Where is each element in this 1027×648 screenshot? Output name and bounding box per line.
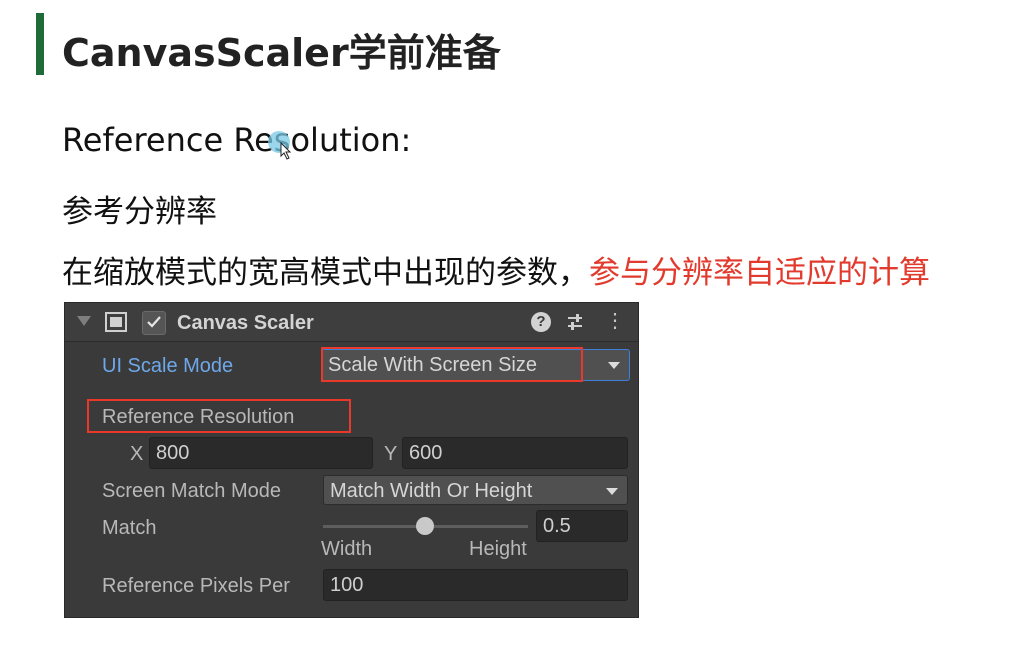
- fold-arrow-icon[interactable]: [77, 316, 91, 326]
- term-translation: 参考分辨率: [62, 194, 217, 230]
- slide-title: CanvasScaler学前准备: [62, 31, 501, 75]
- chevron-down-icon: [608, 362, 620, 369]
- enabled-checkbox[interactable]: [142, 311, 166, 335]
- match-min-label: Width: [321, 538, 373, 560]
- description-text: 在缩放模式的宽高模式中出现的参数，: [62, 255, 589, 291]
- term-heading: Reference Resolution:: [62, 121, 412, 159]
- match-slider-thumb[interactable]: [416, 517, 434, 535]
- x-input[interactable]: 800: [149, 437, 373, 469]
- chevron-down-icon: [606, 488, 618, 495]
- component-name: Canvas Scaler: [177, 312, 314, 334]
- component-header[interactable]: Canvas Scaler ? ⋮: [65, 303, 638, 342]
- screen-match-mode-dropdown[interactable]: Match Width Or Height: [323, 475, 628, 505]
- ui-scale-mode-label: UI Scale Mode: [102, 355, 234, 377]
- y-label: Y: [384, 443, 398, 465]
- more-options-icon[interactable]: ⋮: [605, 311, 625, 331]
- screen-match-mode-value: Match Width Or Height: [330, 480, 533, 502]
- inspector-panel: Canvas Scaler ? ⋮ UI Scale Mode Scale Wi…: [64, 302, 639, 618]
- help-icon[interactable]: ?: [531, 312, 551, 332]
- description-highlight: 参与分辨率自适应的计算: [589, 255, 930, 291]
- x-label: X: [130, 443, 144, 465]
- title-accent-bar: [36, 13, 44, 75]
- match-label: Match: [102, 517, 157, 539]
- mouse-cursor-icon: [280, 142, 292, 160]
- canvas-scaler-component-icon: [105, 312, 127, 332]
- checkmark-icon: [147, 316, 161, 328]
- highlight-box-scale-mode: [321, 347, 583, 382]
- match-max-label: Height: [469, 538, 527, 560]
- match-value-input[interactable]: 0.5: [536, 510, 628, 542]
- reference-pixels-label: Reference Pixels Per: [102, 575, 290, 597]
- preset-settings-icon[interactable]: [565, 312, 585, 332]
- y-input[interactable]: 600: [402, 437, 628, 469]
- screen-match-mode-label: Screen Match Mode: [102, 480, 281, 502]
- term-description: 在缩放模式的宽高模式中出现的参数，参与分辨率自适应的计算: [62, 247, 930, 292]
- reference-pixels-input[interactable]: 100: [323, 569, 628, 601]
- highlight-box-reference-resolution: [87, 399, 351, 433]
